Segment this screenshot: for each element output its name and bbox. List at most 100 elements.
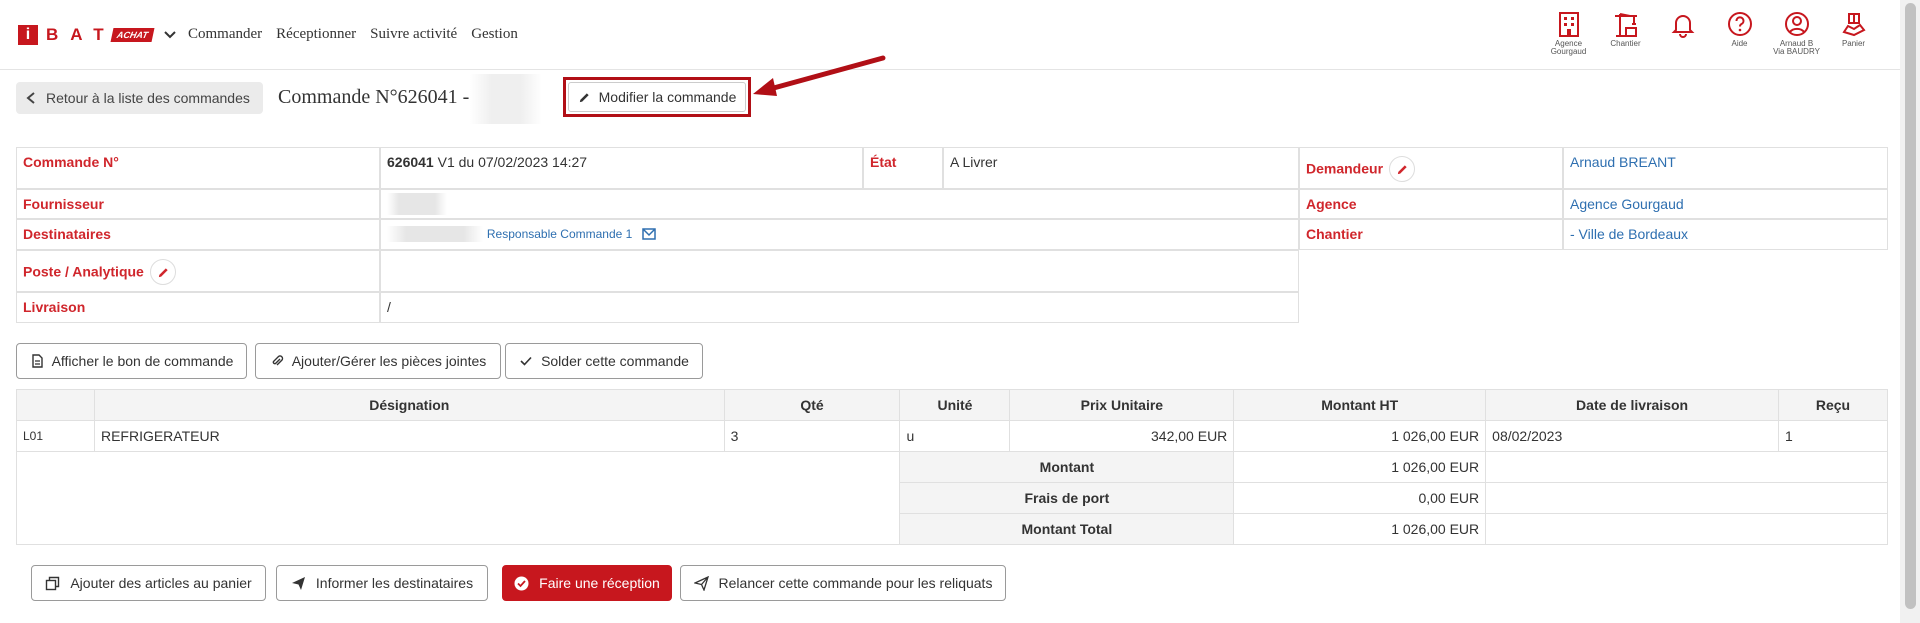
post-label-cell: Poste / Analytique — [16, 250, 380, 292]
recipients-label-cell: Destinataires — [16, 219, 380, 250]
show-purchase-order-label: Afficher le bon de commande — [51, 353, 234, 369]
col-header-unit-price: Prix Unitaire — [1009, 389, 1235, 421]
line-unit: u — [899, 420, 1011, 452]
paperclip-icon — [272, 355, 283, 366]
bell-icon — [1671, 15, 1694, 38]
grand-total-label: Montant Total — [899, 513, 1235, 545]
make-reception-button[interactable]: Faire une réception — [502, 565, 672, 601]
col-header-amount: Montant HT — [1233, 389, 1487, 421]
topnav-aide[interactable]: Aide — [1711, 10, 1768, 56]
edit-requester-button[interactable] — [1389, 156, 1416, 182]
check-icon — [520, 356, 532, 366]
topnav-user-label: Arnaud B Via BAUDRY — [1773, 39, 1820, 56]
brand-logo[interactable]: i BAT ACHAT — [18, 25, 177, 45]
col-header-delivery-date: Date de livraison — [1485, 389, 1779, 421]
topnav-notifications[interactable] — [1654, 10, 1711, 56]
crane-icon — [1614, 13, 1637, 37]
agency-value-cell: Agence Gourgaud — [1563, 189, 1888, 219]
nav-suivre-activite[interactable]: Suivre activité — [370, 26, 457, 43]
supplier-value-cell — [380, 189, 1299, 219]
line-qty: 3 — [723, 420, 901, 452]
topnav-panier[interactable]: Panier — [1825, 10, 1882, 56]
modify-order-button[interactable]: Modifier la commande — [568, 82, 746, 112]
notify-recipients-label: Informer les destinataires — [315, 575, 474, 591]
subtotal-empty — [1485, 451, 1888, 483]
table-row: L01 REFRIGERATEUR 3 u 342,00 EUR 1 026,0… — [16, 420, 1888, 452]
callout-arrow-icon — [753, 55, 886, 96]
remind-order-button[interactable]: Relancer cette commande pour les reliqua… — [680, 565, 1006, 601]
topnav-chantier[interactable]: Chantier — [1597, 10, 1654, 56]
pencil-icon — [1397, 165, 1407, 175]
site-value-cell: - Ville de Bordeaux — [1563, 219, 1888, 250]
scrollbar-thumb[interactable] — [1905, 3, 1916, 609]
top-icons: Agence Gourgaud Chantier Aide Arnaud B V… — [1540, 10, 1882, 56]
subtotal-value: 1 026,00 EUR — [1233, 451, 1487, 483]
requester-link[interactable]: Arnaud BREANT — [1570, 154, 1676, 170]
main-nav: Commander Réceptionner Suivre activité G… — [188, 26, 532, 43]
modify-order-label: Modifier la commande — [598, 89, 737, 105]
back-to-orders-button[interactable]: Retour à la liste des commandes — [16, 82, 263, 114]
line-delivery-date: 08/02/2023 — [1485, 420, 1779, 452]
post-value-cell — [380, 250, 1299, 292]
total-row: Montant 1 026,00 EUR — [15, 451, 1888, 545]
col-header-qty: Qté — [723, 389, 901, 421]
topnav-agence[interactable]: Agence Gourgaud — [1540, 10, 1597, 56]
state-value: A Livrer — [950, 154, 998, 170]
site-label: Chantier — [1306, 226, 1363, 242]
site-link[interactable]: - Ville de Bordeaux — [1570, 226, 1688, 242]
nav-receptionner[interactable]: Réceptionner — [276, 26, 356, 43]
pencil-icon — [579, 92, 589, 102]
back-button-label: Retour à la liste des commandes — [46, 90, 250, 106]
nav-gestion[interactable]: Gestion — [471, 26, 518, 43]
show-purchase-order-button[interactable]: Afficher le bon de commande — [16, 343, 247, 379]
topnav-user[interactable]: Arnaud B Via BAUDRY — [1768, 10, 1825, 56]
requester-label-cell: Demandeur — [1299, 147, 1563, 189]
cart-icon — [1841, 13, 1866, 37]
mail-icon[interactable] — [642, 228, 656, 241]
building-icon — [1558, 12, 1579, 37]
line-received: 1 — [1778, 420, 1888, 452]
redacted-recipient — [387, 226, 483, 243]
state-label: État — [870, 154, 897, 170]
logo-badge: ACHAT — [110, 28, 155, 42]
add-to-cart-button[interactable]: Ajouter des articles au panier — [31, 565, 266, 601]
send-icon — [291, 576, 305, 590]
line-ref: L01 — [16, 420, 95, 452]
delivery-value-cell: / — [380, 292, 1299, 323]
subtotal-label: Montant — [899, 451, 1235, 483]
page-title: Commande N°626041 - — [278, 86, 470, 108]
order-number-value: 626041 — [387, 154, 434, 170]
agency-link[interactable]: Agence Gourgaud — [1570, 196, 1684, 212]
edit-post-button[interactable] — [149, 259, 176, 285]
make-reception-label: Faire une réception — [539, 575, 660, 591]
modify-order-highlight: Modifier la commande — [563, 77, 751, 117]
post-label: Poste / Analytique — [23, 263, 144, 280]
site-label-cell: Chantier — [1299, 219, 1563, 250]
topnav-agence-label: Agence Gourgaud — [1550, 39, 1587, 56]
table-header-row: Désignation Qté Unité Prix Unitaire Mont… — [16, 389, 1888, 421]
send-outline-icon — [693, 575, 709, 591]
grand-total-value: 1 026,00 EUR — [1233, 513, 1487, 545]
manage-attachments-label: Ajouter/Gérer les pièces jointes — [291, 353, 487, 369]
recipient-role-link[interactable]: Responsable Commande 1 — [487, 227, 632, 241]
col-header-unit: Unité — [899, 389, 1011, 421]
shipping-empty — [1485, 482, 1888, 514]
order-number-label-cell: Commande N° — [16, 147, 380, 189]
pencil-icon — [158, 268, 168, 278]
manage-attachments-button[interactable]: Ajouter/Gérer les pièces jointes — [255, 343, 501, 379]
chevron-down-icon[interactable] — [163, 28, 177, 42]
chevron-left-icon — [26, 92, 35, 104]
state-value-cell: A Livrer — [943, 147, 1299, 189]
notify-recipients-button[interactable]: Informer les destinataires — [276, 565, 488, 601]
nav-commander[interactable]: Commander — [188, 26, 262, 43]
order-version: V1 du 07/02/2023 14:27 — [433, 154, 588, 170]
line-designation: REFRIGERATEUR — [93, 420, 725, 452]
help-icon — [1727, 12, 1752, 36]
top-bar: i BAT ACHAT Commander Réceptionner Suivr… — [0, 0, 1900, 70]
recipients-value-cell: Responsable Commande 1 — [380, 219, 1299, 250]
agency-label-cell: Agence — [1299, 189, 1563, 219]
remind-order-label: Relancer cette commande pour les reliqua… — [718, 575, 993, 591]
recipients-label: Destinataires — [23, 226, 111, 242]
close-order-button[interactable]: Solder cette commande — [505, 343, 703, 379]
vertical-scrollbar[interactable] — [1900, 0, 1920, 623]
